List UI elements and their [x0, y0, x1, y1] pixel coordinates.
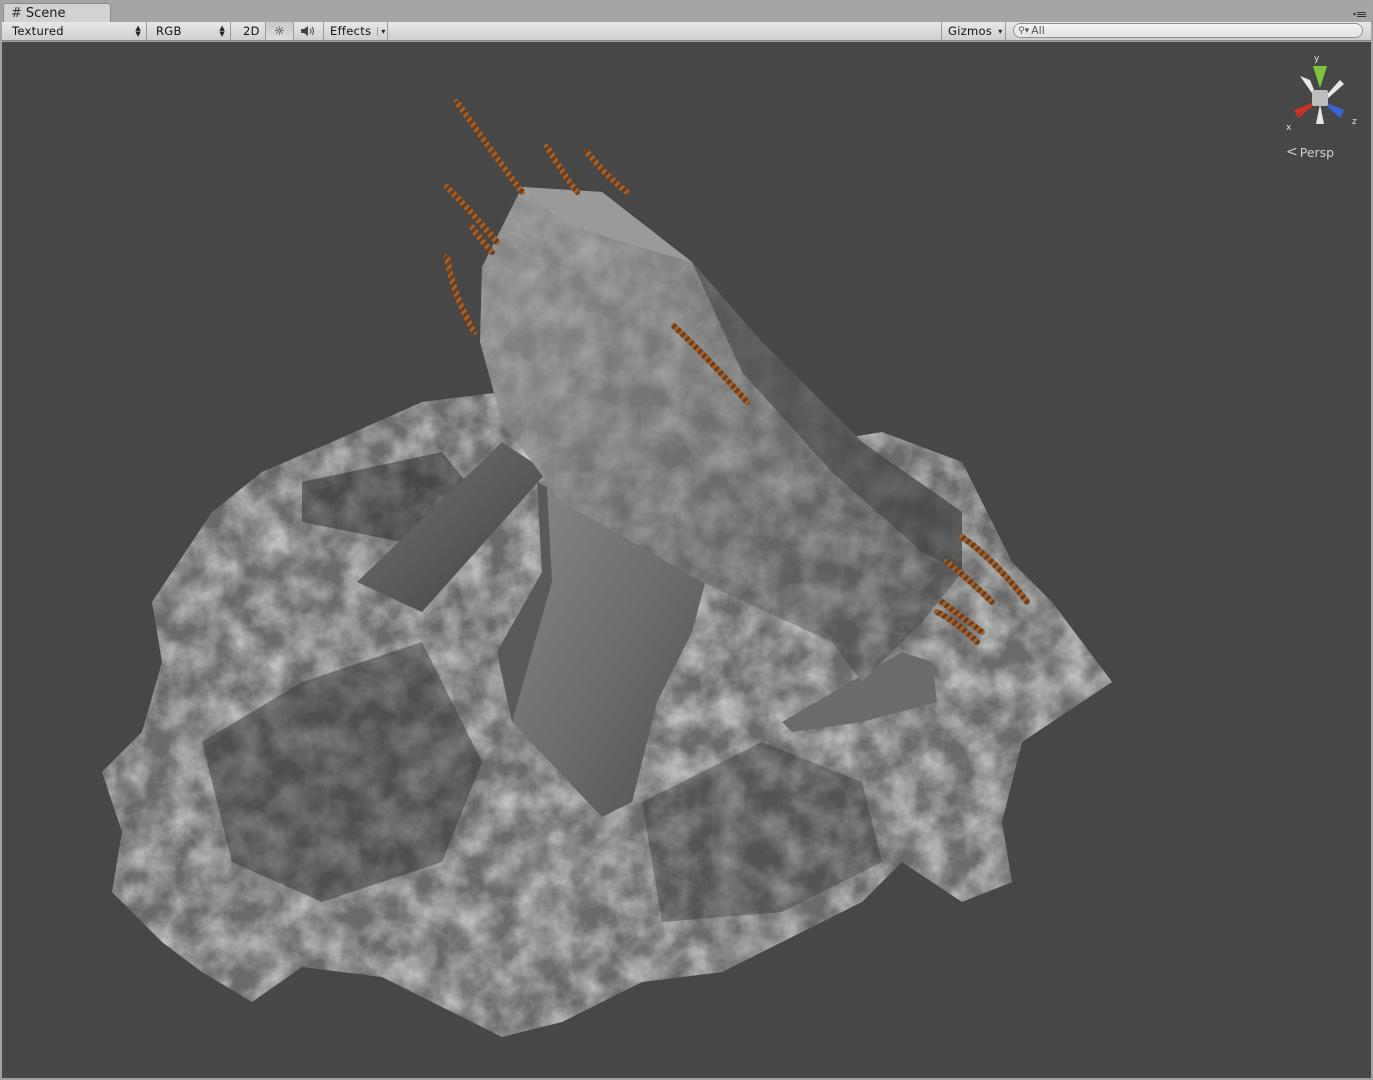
dropdown-caret-icon: ▾: [998, 26, 1003, 36]
gizmos-label: Gizmos: [948, 24, 993, 38]
updown-icon: ▲ ▼: [135, 24, 141, 38]
speaker-icon: [301, 26, 314, 36]
scene-toolbar: Textured ▲ ▼ RGB ▲ ▼ 2D ☼ Effects ▾ Gizmos…: [0, 22, 1373, 41]
window-menu-icon[interactable]: ▾: [1353, 9, 1367, 19]
orientation-gizmo[interactable]: y x z: [1280, 52, 1360, 152]
chevron-left-icon: <: [1286, 144, 1298, 160]
persp-center-cube-icon[interactable]: [1312, 90, 1328, 106]
draw-mode-dropdown[interactable]: Textured ▲ ▼: [6, 22, 147, 40]
scene-render: [102, 99, 1112, 1037]
updown-icon: ▲ ▼: [219, 24, 225, 38]
projection-toggle[interactable]: < Persp: [1286, 144, 1334, 160]
tab-scene[interactable]: # Scene: [3, 3, 111, 23]
search-icon: ⚲▾: [1018, 25, 1030, 36]
sun-icon: ☼: [273, 24, 286, 38]
scene-lighting-button[interactable]: ☼: [266, 22, 294, 40]
toggle-2d-label: 2D: [243, 24, 260, 38]
projection-label: Persp: [1299, 144, 1335, 160]
dropdown-caret-icon: ▾: [377, 26, 385, 36]
axis-y-label: y: [1314, 54, 1320, 64]
scene-audio-button[interactable]: [294, 22, 324, 40]
toggle-2d-button[interactable]: 2D: [237, 22, 266, 40]
tab-strip: # Scene ▾: [0, 0, 1373, 23]
render-mode-dropdown[interactable]: RGB ▲ ▼: [150, 22, 231, 40]
axis-y-cone-icon[interactable]: [1313, 66, 1327, 88]
draw-mode-value: Textured: [12, 24, 64, 38]
axis-z-label: z: [1352, 117, 1357, 127]
effects-dropdown[interactable]: Effects ▾: [324, 22, 388, 40]
tab-scene-label: Scene: [25, 6, 66, 21]
render-mode-value: RGB: [156, 24, 182, 38]
search-input[interactable]: [1031, 24, 1332, 37]
scene-viewport[interactable]: y x z < Persp: [2, 42, 1371, 1078]
search-field[interactable]: ⚲▾: [1013, 23, 1363, 38]
grid-icon: #: [11, 6, 22, 21]
axis-x-label: x: [1286, 123, 1292, 133]
gizmos-dropdown[interactable]: Gizmos ▾: [941, 22, 1006, 40]
effects-label: Effects: [330, 24, 372, 38]
